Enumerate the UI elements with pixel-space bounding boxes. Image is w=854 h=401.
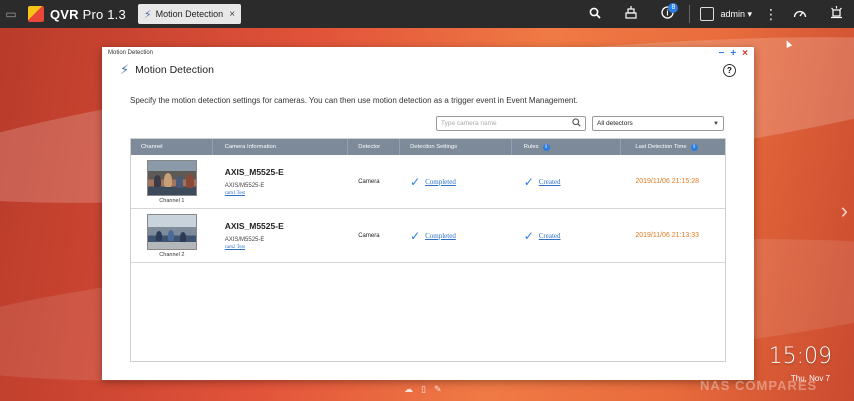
tab-close-icon[interactable]: × <box>229 9 235 20</box>
rules-link[interactable]: Created <box>539 232 561 240</box>
table-row[interactable]: Channel 1 AXIS_M5525-E AXIS/M5525-E cam1… <box>131 155 725 209</box>
camera-table: Channel Camera Information Detector Dete… <box>130 138 726 362</box>
window-controls: − + × <box>718 48 748 59</box>
column-detector[interactable]: Detector <box>348 139 401 155</box>
camera-model: AXIS_M5525-E <box>224 221 284 231</box>
camera-info-cell: AXIS_M5525-E AXIS/M5525-E cam2 Test <box>213 209 349 263</box>
detection-settings-cell: ✓ Completed <box>400 155 512 209</box>
camera-search-input[interactable] <box>441 120 569 127</box>
page-title: Motion Detection <box>135 64 214 76</box>
book-icon[interactable]: ▯ <box>421 384 426 395</box>
desktop-clock: 15:09 <box>768 344 832 369</box>
app-title: QVR Pro 1.3 <box>50 7 126 22</box>
help-icon[interactable]: ? <box>723 63 736 77</box>
chevron-down-icon: ▼ <box>713 120 719 127</box>
tab-motion-detection[interactable]: ⚡ Motion Detection × <box>137 4 242 24</box>
camera-name-link[interactable]: cam2 Test <box>225 245 245 250</box>
camera-thumbnail[interactable] <box>146 159 197 196</box>
divider <box>689 5 691 23</box>
detector-cell: Camera <box>358 232 380 239</box>
rules-cell: ✓ Created <box>512 155 622 209</box>
channel-label: Channel 2 <box>159 251 185 258</box>
filter-row: All detectors ▼ <box>436 116 724 131</box>
rules-cell: ✓ Created <box>512 209 622 263</box>
taskbar-right: i 8 admin ▾ ⋮ <box>577 0 854 28</box>
close-icon[interactable]: × <box>742 48 748 59</box>
column-last-detection[interactable]: Last Detection Time i <box>621 139 725 155</box>
column-detection-settings[interactable]: Detection Settings <box>400 139 512 155</box>
detector-cell: Camera <box>358 178 380 185</box>
chevron-right-icon[interactable]: › <box>841 198 848 224</box>
tab-label: Motion Detection <box>155 9 224 19</box>
background-tasks-icon[interactable] <box>613 6 649 22</box>
channel-cell: Channel 2 <box>131 209 213 263</box>
desktop-dock: ☁ ▯ ✎ <box>404 384 442 395</box>
channel-cell: Channel 1 <box>131 155 213 209</box>
column-rules-label: Rules <box>523 144 539 150</box>
page-description: Specify the motion detection settings fo… <box>130 96 578 105</box>
check-icon: ✓ <box>410 228 421 243</box>
detection-settings-link[interactable]: Completed <box>425 232 456 240</box>
motion-detection-icon: ⚡ <box>143 8 152 21</box>
desktop-date: Thu, Nov 7 <box>790 374 830 383</box>
detection-settings-cell: ✓ Completed <box>400 209 512 263</box>
detection-settings-link[interactable]: Completed <box>425 178 456 186</box>
notifications-icon[interactable]: i 8 <box>649 3 685 22</box>
check-icon: ✓ <box>523 174 534 189</box>
check-icon: ✓ <box>410 174 421 189</box>
show-desktop-button[interactable]: ▭ <box>0 0 22 28</box>
rules-link[interactable]: Created <box>539 178 561 186</box>
qvr-logo-icon <box>28 6 44 22</box>
motion-detection-window: Motion Detection − + × ⚡ Motion Detectio… <box>102 47 754 380</box>
camera-thumbnail[interactable] <box>146 213 197 250</box>
info-icon[interactable]: i <box>690 143 698 151</box>
search-icon[interactable] <box>572 118 581 129</box>
user-avatar-icon[interactable] <box>700 7 715 21</box>
camera-brand-model: AXIS/M5525-E <box>224 183 265 189</box>
last-detection-cell: 2019/11/06 21:13:33 <box>621 209 725 263</box>
camera-info-cell: AXIS_M5525-E AXIS/M5525-E cam1 Test <box>213 155 349 209</box>
column-camera-info[interactable]: Camera Information <box>213 139 349 155</box>
check-icon: ✓ <box>523 228 534 243</box>
window-header: ⚡ Motion Detection ? <box>102 59 754 81</box>
column-rules[interactable]: Rules i <box>512 139 622 155</box>
more-options-icon[interactable]: ⋮ <box>760 6 782 23</box>
channel-label: Channel 1 <box>159 197 185 204</box>
column-last-detection-label: Last Detection Time <box>635 144 687 150</box>
window-titlebar[interactable]: Motion Detection − + × <box>102 47 754 59</box>
last-detection-time: 2019/11/06 21:13:33 <box>635 232 700 239</box>
app-version: Pro 1.3 <box>82 6 126 22</box>
user-menu[interactable]: admin ▾ <box>720 9 752 20</box>
detector-filter-select[interactable]: All detectors ▼ <box>592 116 724 131</box>
last-detection-time: 2019/11/06 21:15:28 <box>635 178 700 185</box>
camera-brand-model: AXIS/M5525-E <box>224 237 265 243</box>
window-title: Motion Detection <box>108 50 154 56</box>
last-detection-cell: 2019/11/06 21:15:28 <box>621 155 725 209</box>
camera-name-link[interactable]: cam1 Test <box>225 191 245 196</box>
notification-badge: 8 <box>668 3 679 13</box>
minimize-icon[interactable]: − <box>718 48 724 59</box>
info-icon[interactable]: i <box>542 143 550 151</box>
maximize-icon[interactable]: + <box>730 48 736 59</box>
alert-icon[interactable] <box>818 6 854 22</box>
table-row[interactable]: Channel 2 AXIS_M5525-E AXIS/M5525-E cam2… <box>131 209 725 263</box>
taskbar: ▭ QVR Pro 1.3 ⚡ Motion Detection × i 8 a… <box>0 0 854 28</box>
dashboard-icon[interactable] <box>782 6 818 22</box>
column-channel[interactable]: Channel <box>131 139 213 155</box>
camera-search-box[interactable] <box>436 116 586 131</box>
cloud-icon[interactable]: ☁ <box>404 384 413 395</box>
edit-icon[interactable]: ✎ <box>434 384 442 395</box>
table-header: Channel Camera Information Detector Dete… <box>131 139 725 155</box>
search-icon[interactable] <box>577 6 613 22</box>
camera-model: AXIS_M5525-E <box>224 167 284 177</box>
detector-filter-value: All detectors <box>597 120 633 127</box>
app-name: QVR <box>50 6 79 22</box>
motion-detection-icon: ⚡ <box>120 62 130 77</box>
